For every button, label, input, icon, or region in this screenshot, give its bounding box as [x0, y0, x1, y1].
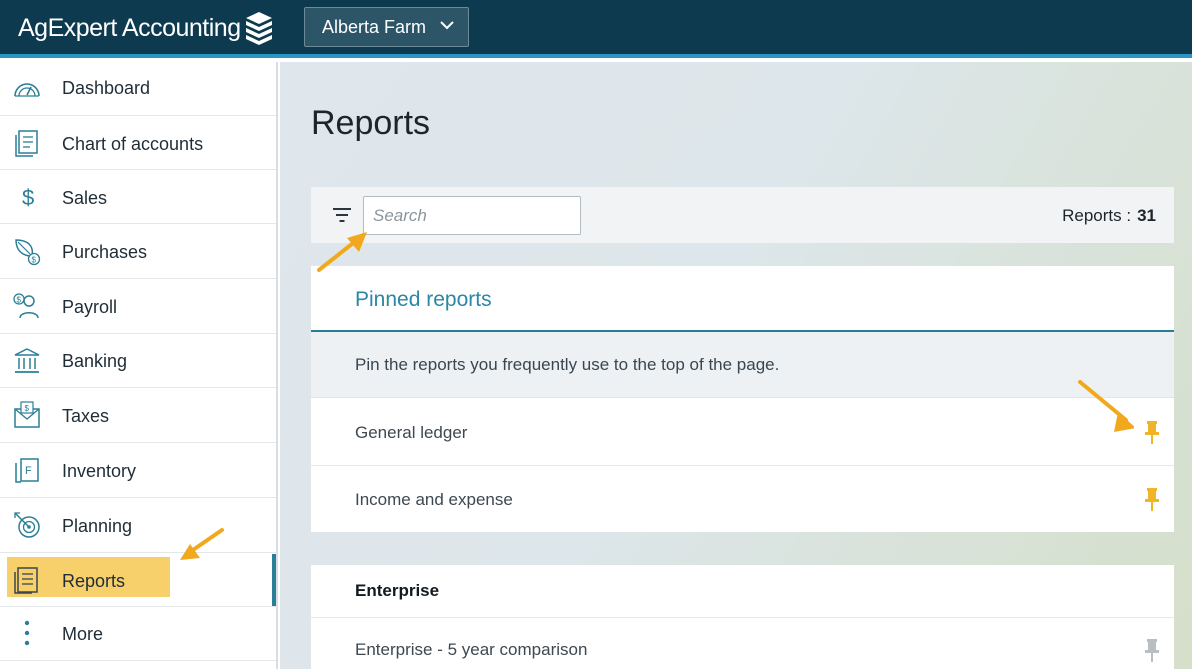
report-row-enterprise-5-year-comparison[interactable]: Enterprise - 5 year comparison: [311, 618, 1174, 669]
annotation-arrow: [180, 528, 224, 560]
svg-text:$: $: [22, 185, 34, 210]
pinned-reports-card: Pinned reports Pin the reports you frequ…: [311, 266, 1174, 532]
sidebar-item-banking[interactable]: Banking: [0, 334, 276, 388]
app-name: AgExpert Accounting: [18, 13, 241, 42]
report-row-general-ledger[interactable]: General ledger: [311, 399, 1174, 466]
sidebar-item-label: Payroll: [62, 297, 118, 317]
svg-text:$: $: [17, 296, 22, 305]
pin-icon[interactable]: [1143, 638, 1161, 663]
report-row-income-and-expense[interactable]: Income and expense: [311, 466, 1174, 533]
sidebar-item-more[interactable]: More: [0, 607, 276, 661]
app-logo[interactable]: AgExpert Accounting: [18, 11, 274, 45]
report-name: Enterprise - 5 year comparison: [355, 640, 588, 659]
reports-count-label: Reports :: [1062, 206, 1132, 225]
sidebar-item-taxes[interactable]: $ Taxes: [0, 388, 276, 443]
annotation-arrow: [317, 232, 367, 272]
document-list-icon: [15, 130, 38, 157]
sidebar-item-label: Chart of accounts: [62, 134, 204, 154]
sidebar-item-label: Planning: [62, 516, 133, 536]
top-bar: AgExpert Accounting Alberta Farm: [0, 0, 1192, 58]
svg-text:$: $: [32, 256, 37, 265]
farm-selector-label: Alberta Farm: [322, 16, 427, 37]
farm-selector[interactable]: Alberta Farm: [304, 7, 469, 47]
bank-icon: [14, 348, 40, 373]
speedometer-icon: [14, 83, 40, 97]
sidebar-item-label: Sales: [62, 188, 108, 208]
report-name: Income and expense: [355, 490, 513, 509]
envelope-dollar-icon: $: [14, 401, 40, 428]
svg-text:$: $: [25, 404, 30, 413]
sidebar-item-sales[interactable]: $ Sales: [0, 170, 276, 224]
sidebar-item-label: Dashboard: [62, 78, 151, 98]
sidebar-item-label: Inventory: [62, 461, 137, 481]
report-icon: [14, 567, 38, 594]
sidebar-item-payroll[interactable]: $ Payroll: [0, 279, 276, 334]
enterprise-reports-card: Enterprise Enterprise - 5 year compariso…: [311, 565, 1174, 669]
sidebar-item-dashboard[interactable]: Dashboard: [0, 62, 276, 116]
stack-logo-icon: [245, 12, 272, 45]
sidebar-item-label: More: [62, 624, 104, 644]
pinned-reports-title: Pinned reports: [355, 288, 492, 311]
pin-icon[interactable]: [1143, 420, 1161, 445]
pinned-reports-hint-text: Pin the reports you frequently use to th…: [355, 355, 780, 374]
sidebar-item-label: Purchases: [62, 242, 148, 262]
reports-count-value: 31: [1137, 206, 1156, 225]
sidebar-item-inventory[interactable]: F Inventory: [0, 443, 276, 498]
dollar-icon: $: [22, 185, 34, 210]
page-title: Reports: [311, 104, 431, 142]
leaf-dollar-icon: $: [15, 239, 41, 266]
search-input[interactable]: [363, 196, 581, 235]
sidebar-item-label: Taxes: [62, 406, 110, 426]
chevron-down-icon: [440, 21, 454, 30]
person-dollar-icon: $: [13, 293, 39, 319]
sidebar-item-label: Banking: [62, 351, 128, 371]
enterprise-section-title: Enterprise: [355, 581, 440, 600]
sidebar-item-purchases[interactable]: $ Purchases: [0, 224, 276, 279]
report-name: General ledger: [355, 423, 468, 442]
sidebar-item-label: Reports: [62, 571, 126, 591]
target-icon: [14, 512, 40, 538]
pin-icon[interactable]: [1143, 487, 1161, 512]
sidebar-item-chart-of-accounts[interactable]: Chart of accounts: [0, 116, 276, 170]
vertical-dots-icon: [24, 620, 30, 646]
reports-count: Reports : 31: [1062, 206, 1156, 226]
inventory-icon: F: [15, 458, 39, 483]
pinned-reports-hint: Pin the reports you frequently use to th…: [311, 332, 1174, 398]
annotation-arrow: [1078, 380, 1134, 432]
filter-icon[interactable]: [332, 206, 352, 224]
svg-text:F: F: [25, 465, 32, 477]
